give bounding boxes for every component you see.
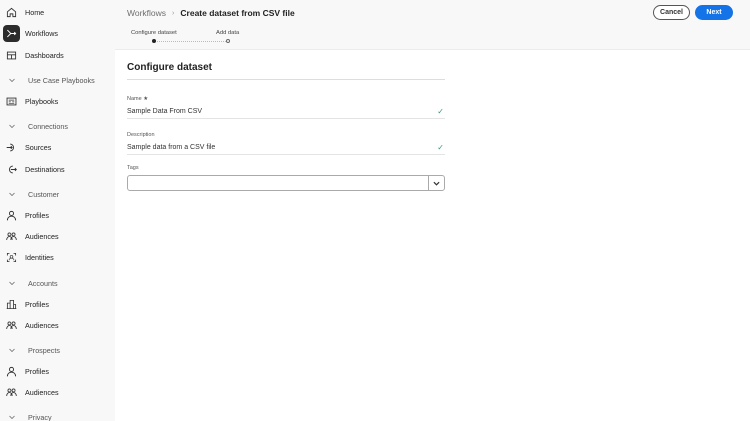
tags-dropdown-button[interactable] (428, 176, 444, 190)
sidebar-item-label: Workflows (25, 28, 59, 38)
playbook-icon (3, 93, 20, 110)
form-title: Configure dataset (127, 62, 213, 73)
sidebar-item-dashboards[interactable]: Dashboards (0, 45, 64, 65)
sidebar-item-label: Profiles (25, 210, 49, 220)
profile-icon (3, 363, 20, 380)
home-icon (3, 4, 20, 21)
name-label: Name ★ (127, 96, 148, 102)
chevron-down-icon (3, 409, 20, 421)
chevron-down-icon (3, 186, 20, 203)
sidebar-item-label: Sources (25, 142, 52, 152)
chevron-down-icon (433, 181, 440, 186)
next-button[interactable]: Next (695, 5, 733, 20)
destinations-icon (3, 161, 20, 178)
sidebar-item-profiles[interactable]: Profiles (0, 205, 49, 225)
description-value: Sample data from a CSV file (127, 144, 216, 151)
sidebar-item-label: Accounts (28, 278, 58, 288)
sidebar-item-label: Playbooks (25, 96, 59, 106)
sidebar-item-playbooks[interactable]: Playbooks (0, 91, 58, 111)
step-dot-current (152, 39, 156, 43)
breadcrumb: Workflows › Create dataset from CSV file (127, 8, 295, 18)
audiences-icon (3, 384, 20, 401)
sidebar-item-label: Privacy (28, 412, 52, 421)
breadcrumb-workflows-link[interactable]: Workflows (127, 8, 166, 18)
sidebar-item-label: Customer (28, 189, 60, 199)
page-title: Create dataset from CSV file (180, 8, 295, 18)
sidebar-item-audiences[interactable]: Audiences (0, 382, 59, 402)
cancel-button[interactable]: Cancel (653, 5, 690, 20)
sources-icon (3, 139, 20, 156)
chevron-down-icon (3, 118, 20, 135)
tags-label: Tags (127, 165, 139, 171)
sidebar-section-accounts[interactable]: Accounts (0, 273, 58, 293)
description-label: Description (127, 132, 155, 138)
step-configure-dataset: Configure dataset (131, 30, 177, 36)
step-progress-line (155, 41, 228, 42)
sidebar-item-audiences[interactable]: Audiences (0, 315, 59, 335)
dashboard-icon (3, 47, 20, 64)
sidebar-item-label: Connections (28, 121, 68, 131)
sidebar-section-privacy[interactable]: Privacy (0, 407, 52, 421)
building-icon (3, 296, 20, 313)
description-field[interactable]: Sample data from a CSV file ✓ (127, 141, 445, 155)
sidebar-item-label: Dashboards (25, 50, 64, 60)
identities-icon (3, 249, 20, 266)
sidebar-item-home[interactable]: Home (0, 2, 44, 22)
sidebar-section-prospects[interactable]: Prospects (0, 340, 60, 360)
chevron-down-icon (3, 275, 20, 292)
checkmark-icon: ✓ (437, 143, 444, 152)
name-value: Sample Data From CSV (127, 108, 203, 115)
sidebar-item-label: Home (25, 7, 45, 17)
sidebar-item-destinations[interactable]: Destinations (0, 159, 65, 179)
sidebar-section-use-case-playbooks[interactable]: Use Case Playbooks (0, 70, 95, 90)
step-add-data: Add data (216, 30, 240, 36)
sidebar-item-label: Audiences (25, 320, 59, 330)
sidebar-item-label: Use Case Playbooks (28, 75, 95, 85)
chevron-right-icon: › (172, 9, 175, 17)
sidebar-item-workflows[interactable]: Workflows (0, 23, 58, 43)
sidebar-section-connections[interactable]: Connections (0, 116, 68, 136)
sidebar-item-sources[interactable]: Sources (0, 137, 51, 157)
checkmark-icon: ✓ (437, 107, 444, 116)
sidebar-item-label: Profiles (25, 299, 49, 309)
profile-icon (3, 207, 20, 224)
sidebar: Home Workflows Dashboards Use Case Playbook… (0, 0, 115, 421)
name-field[interactable]: Sample Data From CSV ✓ (127, 105, 445, 119)
sidebar-item-label: Prospects (28, 345, 60, 355)
sidebar-item-identities[interactable]: Identities (0, 247, 54, 267)
tags-combobox[interactable] (127, 175, 445, 191)
name-label-text: Name (127, 96, 142, 102)
audiences-icon (3, 317, 20, 334)
sidebar-item-profiles[interactable]: Profiles (0, 361, 49, 381)
step-dot-pending (226, 39, 230, 43)
sidebar-item-label: Audiences (25, 231, 59, 241)
sidebar-item-label: Profiles (25, 366, 49, 376)
sidebar-section-customer[interactable]: Customer (0, 184, 59, 204)
sidebar-item-label: Identities (25, 252, 54, 262)
required-icon: ★ (143, 96, 149, 102)
sidebar-item-profiles[interactable]: Profiles (0, 294, 49, 314)
sidebar-item-label: Destinations (25, 164, 65, 174)
audiences-icon (3, 228, 20, 245)
chevron-down-icon (3, 342, 20, 359)
divider (127, 79, 445, 80)
sidebar-item-audiences[interactable]: Audiences (0, 226, 59, 246)
sidebar-item-label: Audiences (25, 387, 59, 397)
chevron-down-icon (3, 72, 20, 89)
workflow-icon (3, 24, 20, 42)
